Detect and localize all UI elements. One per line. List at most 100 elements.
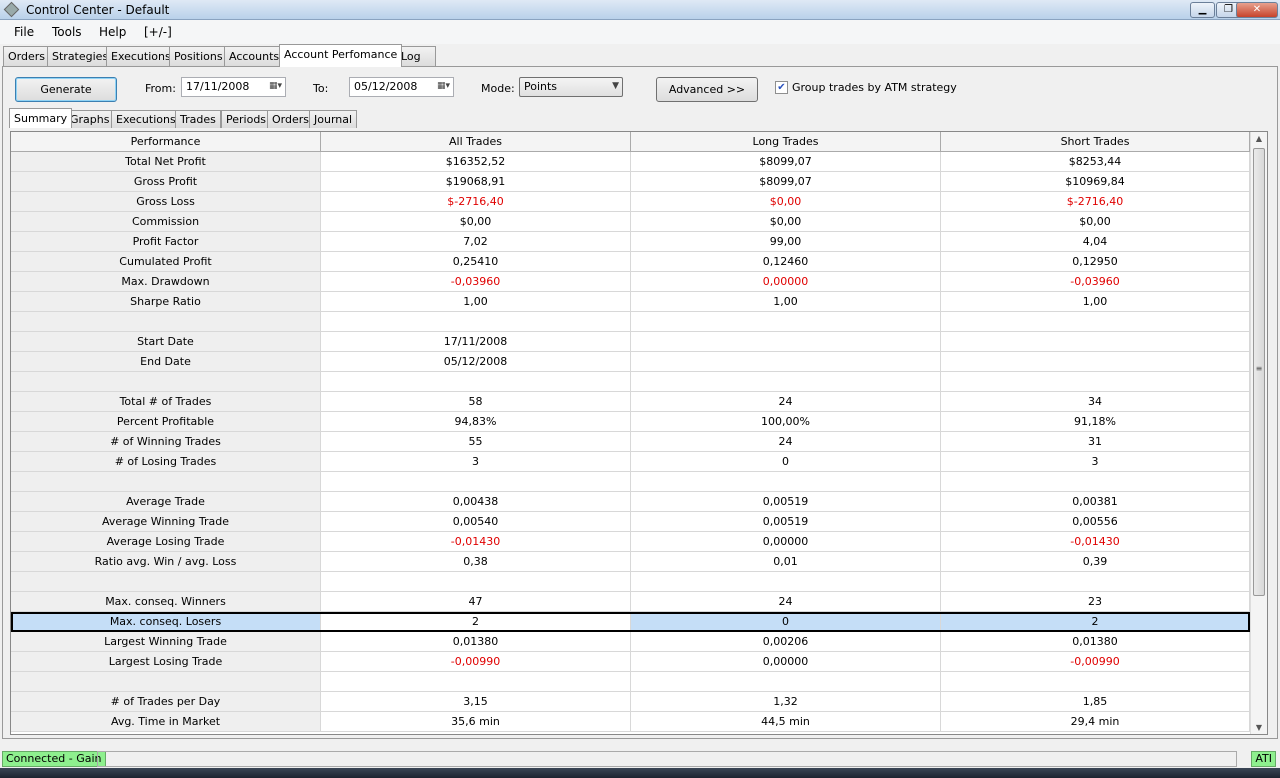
header-performance[interactable]: Performance [11,132,321,152]
table-row[interactable]: # of Losing Trades 3 0 3 [11,452,1250,472]
cell-all-trades [321,472,631,492]
row-label: Max. Drawdown [11,272,321,292]
cell-short-trades: $0,00 [941,212,1250,232]
scroll-thumb[interactable]: ≡ [1253,148,1265,596]
table-row[interactable]: Percent Profitable 94,83% 100,00% 91,18% [11,412,1250,432]
row-label [11,672,321,692]
table-row[interactable]: Commission $0,00 $0,00 $0,00 [11,212,1250,232]
cell-short-trades: 4,04 [941,232,1250,252]
cell-long-trades: 0,00000 [631,652,941,672]
cell-short-trades: 0,39 [941,552,1250,572]
tab-journal[interactable]: Journal [309,110,358,128]
tab-orders-inner[interactable]: Orders [267,110,314,128]
tab-strategies[interactable]: Strategies [47,46,114,66]
cell-all-trades: $19068,91 [321,172,631,192]
from-date-value: 17/11/2008 [186,80,250,93]
cell-long-trades: 0 [631,612,941,632]
table-row[interactable]: Sharpe Ratio 1,00 1,00 1,00 [11,292,1250,312]
table-row[interactable] [11,672,1250,692]
tab-executions-inner[interactable]: Executions [111,110,181,128]
cell-short-trades [941,472,1250,492]
table-row[interactable]: Avg. Time in Market 35,6 min 44,5 min 29,4 … [11,712,1250,732]
generate-button[interactable]: Generate [15,77,117,102]
row-label: Largest Losing Trade [11,652,321,672]
table-row[interactable]: Largest Winning Trade 0,01380 0,00206 0,013… [11,632,1250,652]
scroll-up-icon[interactable]: ▲ [1251,134,1267,143]
menu-tools[interactable]: Tools [52,25,82,39]
cell-all-trades: -0,00990 [321,652,631,672]
scroll-down-icon[interactable]: ▼ [1251,723,1267,732]
tab-periods[interactable]: Periods [221,110,272,128]
row-label: Max. conseq. Losers [11,612,321,632]
tab-accounts[interactable]: Accounts [224,46,285,66]
table-row[interactable]: Average Winning Trade 0,00540 0,00519 0,005… [11,512,1250,532]
cell-all-trades: $-2716,40 [321,192,631,212]
mode-select[interactable]: Points ▼ [519,77,623,97]
cell-long-trades [631,372,941,392]
menu-toggle[interactable]: [+/-] [144,25,172,39]
header-long-trades[interactable]: Long Trades [631,132,941,152]
table-row[interactable]: Gross Profit $19068,91 $8099,07 $10969,84 [11,172,1250,192]
group-trades-checkbox[interactable]: ✔ [775,81,788,94]
row-label: Total Net Profit [11,152,321,172]
table-row[interactable]: # of Trades per Day 3,15 1,32 1,85 [11,692,1250,712]
cell-short-trades: -0,01430 [941,532,1250,552]
row-label [11,312,321,332]
table-row[interactable]: # of Winning Trades 55 24 31 [11,432,1250,452]
table-row[interactable]: Gross Loss $-2716,40 $0,00 $-2716,40 [11,192,1250,212]
cell-all-trades [321,312,631,332]
minimize-button[interactable]: ▁ [1190,2,1215,18]
row-label: Ratio avg. Win / avg. Loss [11,552,321,572]
table-row[interactable]: Largest Losing Trade -0,00990 0,00000 -0,00… [11,652,1250,672]
advanced-button[interactable]: Advanced >> [656,77,758,102]
table-row[interactable]: Max. conseq. Losers 2 0 2 [11,612,1250,632]
tab-graphs[interactable]: Graphs [65,110,115,128]
to-date-picker[interactable]: 05/12/2008 ▦▾ [349,77,454,97]
table-row[interactable]: Profit Factor 7,02 99,00 4,04 [11,232,1250,252]
table-row[interactable] [11,372,1250,392]
cell-short-trades: 2 [941,612,1250,632]
table-row[interactable]: Total Net Profit $16352,52 $8099,07 $8253,4… [11,152,1250,172]
table-row[interactable]: Start Date 17/11/2008 [11,332,1250,352]
header-all-trades[interactable]: All Trades [321,132,631,152]
connection-status: Connected - Gain [2,751,106,767]
cell-short-trades: 1,00 [941,292,1250,312]
table-row[interactable]: Max. Drawdown -0,03960 0,00000 -0,03960 [11,272,1250,292]
app-icon [3,1,20,18]
menu-file[interactable]: File [14,25,34,39]
cell-all-trades: 05/12/2008 [321,352,631,372]
cell-all-trades [321,572,631,592]
tab-positions[interactable]: Positions [169,46,228,66]
cell-all-trades: 2 [321,612,631,632]
table-row[interactable] [11,472,1250,492]
tab-account-performance[interactable]: Account Perfomance [279,44,403,67]
performance-table: Performance All Trades Long Trades Short… [10,131,1268,735]
from-date-picker[interactable]: 17/11/2008 ▦▾ [181,77,286,97]
tab-trades[interactable]: Trades [175,110,221,128]
cell-short-trades: 0,12950 [941,252,1250,272]
table-row[interactable]: End Date 05/12/2008 [11,352,1250,372]
vertical-scrollbar[interactable]: ▲ ≡ ▼ [1250,132,1267,734]
tab-summary[interactable]: Summary [9,108,73,128]
status-message-area [97,751,1237,767]
table-row[interactable]: Cumulated Profit 0,25410 0,12460 0,12950 [11,252,1250,272]
calendar-icon[interactable]: ▦▾ [269,81,282,91]
calendar-icon[interactable]: ▦▾ [437,81,450,91]
table-row[interactable] [11,572,1250,592]
table-row[interactable]: Average Losing Trade -0,01430 0,00000 -0,01… [11,532,1250,552]
close-button[interactable]: ✕ [1236,2,1278,18]
tab-executions[interactable]: Executions [106,46,176,66]
table-row[interactable]: Total # of Trades 58 24 34 [11,392,1250,412]
table-row[interactable]: Average Trade 0,00438 0,00519 0,00381 [11,492,1250,512]
cell-long-trades: 99,00 [631,232,941,252]
table-row[interactable] [11,312,1250,332]
menu-help[interactable]: Help [99,25,126,39]
cell-long-trades [631,672,941,692]
cell-long-trades: 0,00000 [631,532,941,552]
cell-long-trades: 0,00519 [631,492,941,512]
row-label: Largest Winning Trade [11,632,321,652]
table-row[interactable]: Max. conseq. Winners 47 24 23 [11,592,1250,612]
header-short-trades[interactable]: Short Trades [941,132,1250,152]
tab-orders[interactable]: Orders [3,46,50,66]
table-row[interactable]: Ratio avg. Win / avg. Loss 0,38 0,01 0,39 [11,552,1250,572]
